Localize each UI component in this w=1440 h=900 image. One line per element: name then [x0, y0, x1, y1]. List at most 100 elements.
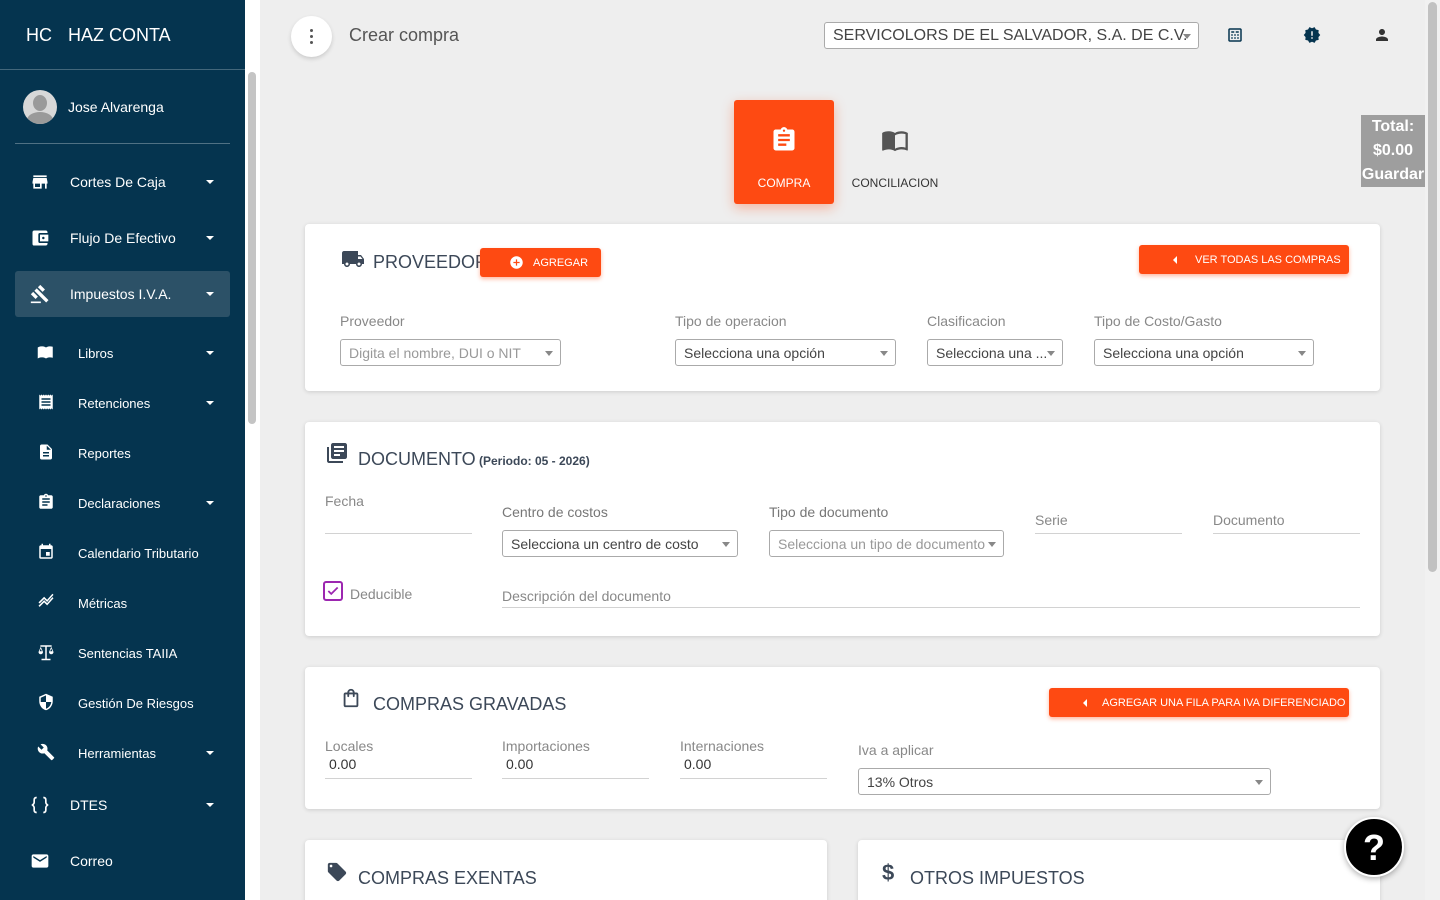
- sidebar-subitem-retenciones[interactable]: Retenciones: [15, 382, 230, 422]
- deducible-checkbox[interactable]: [323, 581, 343, 601]
- sidebar-item-impuestos-iva[interactable]: Impuestos I.V.A.: [15, 271, 230, 317]
- view-all-purchases-button[interactable]: VER TODAS LAS COMPRAS: [1139, 245, 1349, 274]
- importaciones-input[interactable]: 0.00: [506, 756, 533, 772]
- more-menu-button[interactable]: [291, 16, 332, 57]
- sidebar-item-correo[interactable]: Correo: [15, 838, 230, 884]
- periodo-label: (Periodo: 05 - 2026): [479, 454, 590, 468]
- clasificacion-value: Selecciona una ...: [936, 345, 1048, 361]
- mail-icon: [31, 854, 49, 868]
- centro-costos-label: Centro de costos: [502, 504, 608, 520]
- compras-gravadas-title: COMPRAS GRAVADAS: [373, 694, 567, 714]
- sidebar-subitem-sentencias[interactable]: Sentencias TAIIA: [15, 632, 230, 672]
- tab-conciliacion[interactable]: CONCILIACION: [845, 100, 945, 204]
- chevron-down-icon: [206, 803, 214, 807]
- shopping-bag-icon: [343, 688, 359, 708]
- sidebar-subitem-gestion-riesgos[interactable]: Gestión De Riesgos: [15, 682, 230, 722]
- tab-compra-label: COMPRA: [757, 176, 811, 190]
- compras-exentas-title: COMPRAS EXENTAS: [358, 868, 537, 888]
- tab-compra[interactable]: COMPRA: [734, 100, 834, 204]
- add-iva-row-button[interactable]: AGREGAR UNA FILA PARA IVA DIFERENCIADO: [1049, 688, 1349, 717]
- sidebar-subitem-reportes[interactable]: Reportes: [15, 432, 230, 472]
- brand[interactable]: HC HAZ CONTA: [0, 0, 245, 70]
- add-provider-button[interactable]: AGREGAR: [480, 248, 601, 277]
- sidebar-subitem-declaraciones[interactable]: Declaraciones: [15, 482, 230, 522]
- sidebar-item-cortes-de-caja[interactable]: Cortes De Caja: [15, 159, 230, 205]
- total-amount: $0.00: [1372, 142, 1414, 159]
- total-label: Total:: [1371, 118, 1415, 135]
- iva-select[interactable]: 13% Otros: [858, 768, 1271, 795]
- sidebar-subitem-label: Métricas: [78, 596, 128, 611]
- sidebar-item-label: Flujo De Efectivo: [70, 230, 176, 246]
- locales-underline: [325, 778, 472, 779]
- locales-input[interactable]: 0.00: [329, 756, 356, 772]
- sidebar-subitem-metricas[interactable]: Métricas: [15, 582, 230, 622]
- document-icon: [40, 444, 52, 460]
- importaciones-label: Importaciones: [502, 738, 590, 754]
- serie-input[interactable]: [1035, 533, 1182, 534]
- tipo-documento-select[interactable]: Selecciona un tipo de documento: [769, 530, 1004, 557]
- tab-conciliacion-label: CONCILIACION: [851, 176, 939, 190]
- page-scrollbar-thumb[interactable]: [1428, 2, 1437, 572]
- user-profile[interactable]: Jose Alvarenga: [0, 70, 245, 144]
- calculator-icon[interactable]: [1226, 26, 1244, 44]
- sidebar-item-label: Cortes De Caja: [70, 174, 166, 190]
- save-button[interactable]: Guardar: [1361, 163, 1425, 187]
- chevron-down-icon: [206, 401, 214, 405]
- tipo-costo-value: Selecciona una opción: [1103, 345, 1244, 361]
- chevron-left-icon: [1083, 699, 1087, 707]
- company-select-value: SERVICOLORS DE EL SALVADOR, S.A. DE C.V.: [833, 27, 1188, 44]
- documento-number-label: Documento: [1213, 512, 1285, 528]
- sidebar-panel: HC HAZ CONTA Jose Alvarenga Cortes De Ca…: [0, 0, 245, 900]
- tipo-operacion-value: Selecciona una opción: [684, 345, 825, 361]
- descripcion-input[interactable]: [502, 607, 1360, 608]
- sidebar-scrollbar[interactable]: [248, 72, 256, 424]
- book-open-icon: [882, 131, 908, 152]
- fecha-label: Fecha: [325, 493, 364, 509]
- importaciones-underline: [502, 778, 649, 779]
- add-iva-row-label: AGREGAR UNA FILA PARA IVA DIFERENCIADO: [1102, 697, 1346, 709]
- chevron-down-icon: [1298, 351, 1306, 356]
- iva-value: 13% Otros: [867, 774, 934, 790]
- alert-badge-icon[interactable]: [1303, 26, 1321, 44]
- sidebar-subitem-calendario[interactable]: Calendario Tributario: [15, 532, 230, 572]
- more-vertical-icon-dot: [310, 41, 313, 44]
- more-vertical-icon-dot: [310, 35, 313, 38]
- user-icon[interactable]: [1373, 26, 1391, 44]
- fecha-input[interactable]: [325, 533, 472, 534]
- deducible-label: Deducible: [350, 586, 413, 602]
- iva-label: Iva a aplicar: [858, 742, 934, 758]
- tipo-operacion-select[interactable]: Selecciona una opción: [675, 339, 896, 366]
- documento-number-input[interactable]: [1213, 533, 1360, 534]
- sidebar-item-label: DTES: [70, 797, 108, 813]
- sidebar-subitem-label: Reportes: [78, 446, 131, 461]
- tipo-operacion-label: Tipo de operacion: [675, 313, 787, 329]
- chevron-down-icon: [206, 236, 214, 240]
- tipo-costo-label: Tipo de Costo/Gasto: [1094, 313, 1222, 329]
- company-select[interactable]: SERVICOLORS DE EL SALVADOR, S.A. DE C.V.: [824, 22, 1199, 49]
- help-button[interactable]: ?: [1344, 817, 1404, 877]
- sidebar-item-dtes[interactable]: DTES: [15, 782, 230, 828]
- page-scrollbar[interactable]: [1425, 0, 1440, 900]
- documento-title: DOCUMENTO: [358, 449, 476, 469]
- calendar-icon: [39, 543, 53, 559]
- proveedor-select[interactable]: Digita el nombre, DUI o NIT: [340, 339, 561, 366]
- sidebar-subitem-label: Retenciones: [78, 396, 151, 411]
- receipt-icon: [39, 394, 53, 410]
- sidebar-subitem-herramientas[interactable]: Herramientas: [15, 732, 230, 772]
- internaciones-input[interactable]: 0.00: [684, 756, 711, 772]
- scale-icon: [38, 645, 54, 661]
- sidebar-subitem-label: Declaraciones: [78, 496, 161, 511]
- chevron-down-icon: [206, 180, 214, 184]
- clipboard-icon: [39, 493, 53, 509]
- sidebar-subitem-libros[interactable]: Libros: [15, 332, 230, 372]
- sidebar-item-flujo-de-efectivo[interactable]: Flujo De Efectivo: [15, 215, 230, 261]
- trending-icon: [38, 593, 54, 607]
- chevron-down-icon: [1183, 34, 1191, 39]
- centro-costos-select[interactable]: Selecciona un centro de costo: [502, 530, 738, 557]
- clasificacion-select[interactable]: Selecciona una ...: [927, 339, 1063, 366]
- chevron-down-icon: [1255, 780, 1263, 785]
- chevron-down-icon: [206, 501, 214, 505]
- chevron-down-icon: [206, 351, 214, 355]
- descripcion-label: Descripción del documento: [502, 588, 671, 604]
- tipo-costo-select[interactable]: Selecciona una opción: [1094, 339, 1314, 366]
